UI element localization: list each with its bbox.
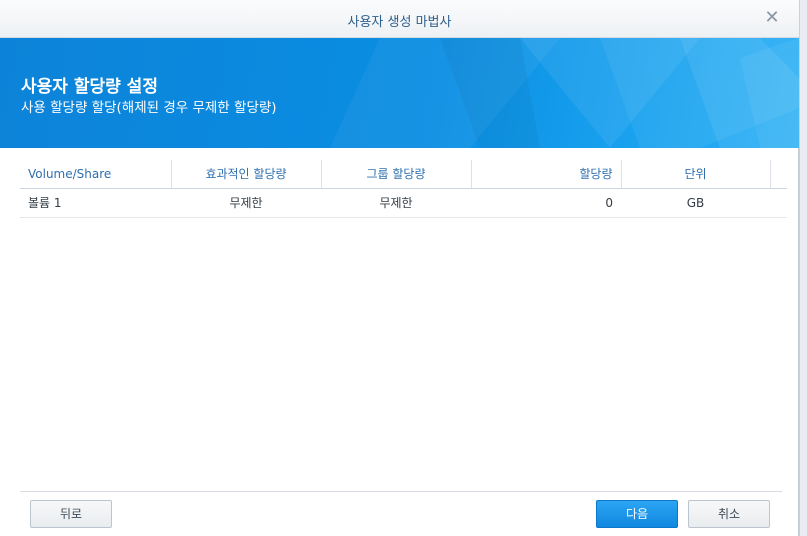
column-header-volume-share[interactable]: Volume/Share (20, 160, 172, 189)
background-window-strip (799, 0, 807, 536)
quota-table: Volume/Share 효과적인 할당량 그룹 할당량 할당량 단위 볼륨 1… (20, 160, 787, 218)
wizard-banner: 사용자 할당량 설정 사용 할당량 할당(해제된 경우 무제한 할당량) (0, 38, 799, 148)
footer-divider (20, 491, 782, 492)
cell-spacer (770, 188, 787, 218)
column-header-group-quota[interactable]: 그룹 할당량 (321, 160, 472, 189)
banner-title: 사용자 할당량 설정 (21, 77, 158, 97)
column-header-quota[interactable]: 할당량 (471, 160, 622, 189)
column-header-spacer (770, 160, 787, 189)
cancel-button[interactable]: 취소 (688, 500, 770, 528)
dialog-titlebar: 사용자 생성 마법사 ✕ (0, 0, 799, 38)
user-creation-wizard-dialog: 사용자 생성 마법사 ✕ 사용자 할당량 설정 사용 할당량 할당(해제된 경우… (0, 0, 799, 536)
cell-group-quota: 무제한 (321, 188, 471, 218)
table-header-row: Volume/Share 효과적인 할당량 그룹 할당량 할당량 단위 (20, 160, 787, 189)
cell-unit[interactable]: GB (621, 188, 770, 218)
back-button[interactable]: 뒤로 (30, 500, 112, 528)
table-row[interactable]: 볼륨 1 무제한 무제한 0 GB (20, 188, 787, 218)
banner-subtitle: 사용 할당량 할당(해제된 경우 무제한 할당량) (21, 100, 277, 116)
column-header-unit[interactable]: 단위 (621, 160, 771, 189)
cell-quota[interactable]: 0 (471, 188, 621, 218)
cell-effective-quota: 무제한 (171, 188, 321, 218)
column-header-effective-quota[interactable]: 효과적인 할당량 (171, 160, 322, 189)
close-icon[interactable]: ✕ (763, 9, 781, 27)
dialog-title: 사용자 생성 마법사 (347, 15, 452, 30)
next-button[interactable]: 다음 (596, 500, 678, 528)
cell-volume: 볼륨 1 (20, 188, 171, 218)
